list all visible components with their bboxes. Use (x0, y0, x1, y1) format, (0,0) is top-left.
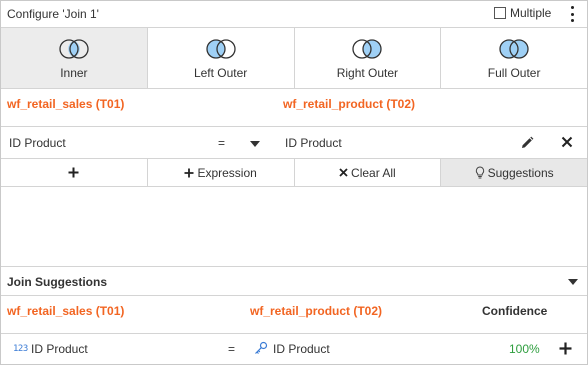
clear-all-button[interactable]: Clear All (295, 159, 442, 186)
right-field[interactable]: ID Product (285, 136, 342, 150)
suggestions-button[interactable]: Suggestions (441, 159, 587, 186)
venn-right-outer-icon (352, 39, 383, 59)
suggestion-right-table: wf_retail_product (T02) (250, 304, 383, 318)
join-type-selector: Inner Left Outer Right Outer Full Outer (1, 28, 587, 89)
dialog-titlebar: Configure 'Join 1' Multiple (1, 1, 587, 28)
join-type-label: Left Outer (193, 66, 248, 80)
key-icon (255, 341, 268, 354)
operator: = (218, 136, 226, 150)
close-icon[interactable] (561, 136, 573, 148)
suggestion-row[interactable]: 123 ID Product = ID Product 100% (1, 334, 587, 364)
suggestion-right-field: ID Product (273, 342, 330, 356)
join-type-right-outer[interactable]: Right Outer (295, 28, 442, 88)
condition-toolbar: Expression Clear All Suggestions (1, 159, 587, 187)
suggestion-left-field: ID Product (31, 342, 88, 356)
add-suggestion-icon[interactable] (559, 342, 572, 355)
suggestions-label: Suggestions (487, 165, 554, 180)
right-table-name: wf_retail_product (T02) (283, 97, 416, 111)
join-type-full-outer[interactable]: Full Outer (441, 28, 587, 88)
join-type-left-outer[interactable]: Left Outer (148, 28, 295, 88)
venn-full-outer-icon (499, 39, 529, 59)
expression-label: Expression (197, 165, 257, 180)
left-field[interactable]: ID Product (9, 136, 66, 150)
numeric-icon: 123 (13, 344, 28, 354)
join-condition-row[interactable]: ID Product = ID Product (1, 127, 587, 159)
pencil-icon[interactable] (520, 136, 534, 150)
dialog-title: Configure 'Join 1' (7, 7, 99, 21)
multiple-label: Multiple (510, 6, 552, 20)
plus-icon (184, 168, 194, 177)
join-type-inner[interactable]: Inner (1, 28, 148, 88)
suggestion-operator: = (228, 342, 236, 356)
lightbulb-icon (475, 166, 484, 179)
join-type-label: Right Outer (336, 66, 399, 80)
expression-button[interactable]: Expression (148, 159, 295, 186)
checkbox-icon[interactable] (494, 7, 506, 19)
join-suggestions-header[interactable]: Join Suggestions (1, 266, 587, 296)
suggestion-left-table: wf_retail_sales (T01) (7, 304, 125, 318)
chevron-down-icon[interactable] (250, 141, 260, 147)
multiple-checkbox[interactable]: Multiple (494, 6, 551, 20)
join-suggestions-title: Join Suggestions (7, 275, 108, 289)
left-table-name: wf_retail_sales (T01) (7, 97, 125, 111)
join-type-label: Inner (60, 66, 88, 80)
close-icon (339, 168, 348, 177)
confidence-header: Confidence (482, 304, 548, 318)
venn-left-outer-icon (205, 39, 236, 59)
join-type-label: Full Outer (487, 66, 541, 80)
suggestions-column-headers: wf_retail_sales (T01) wf_retail_product … (1, 296, 587, 334)
join-config-dialog: Configure 'Join 1' Multiple Inner Left O… (0, 0, 588, 365)
chevron-down-icon[interactable] (568, 279, 578, 285)
venn-inner-icon (59, 39, 89, 59)
confidence-value: 100% (509, 342, 540, 356)
add-condition-button[interactable] (1, 159, 148, 186)
kebab-menu-icon[interactable] (565, 5, 579, 23)
table-header-row: wf_retail_sales (T01) wf_retail_product … (1, 89, 587, 127)
clear-all-label: Clear All (351, 165, 396, 180)
plus-icon (68, 167, 79, 178)
